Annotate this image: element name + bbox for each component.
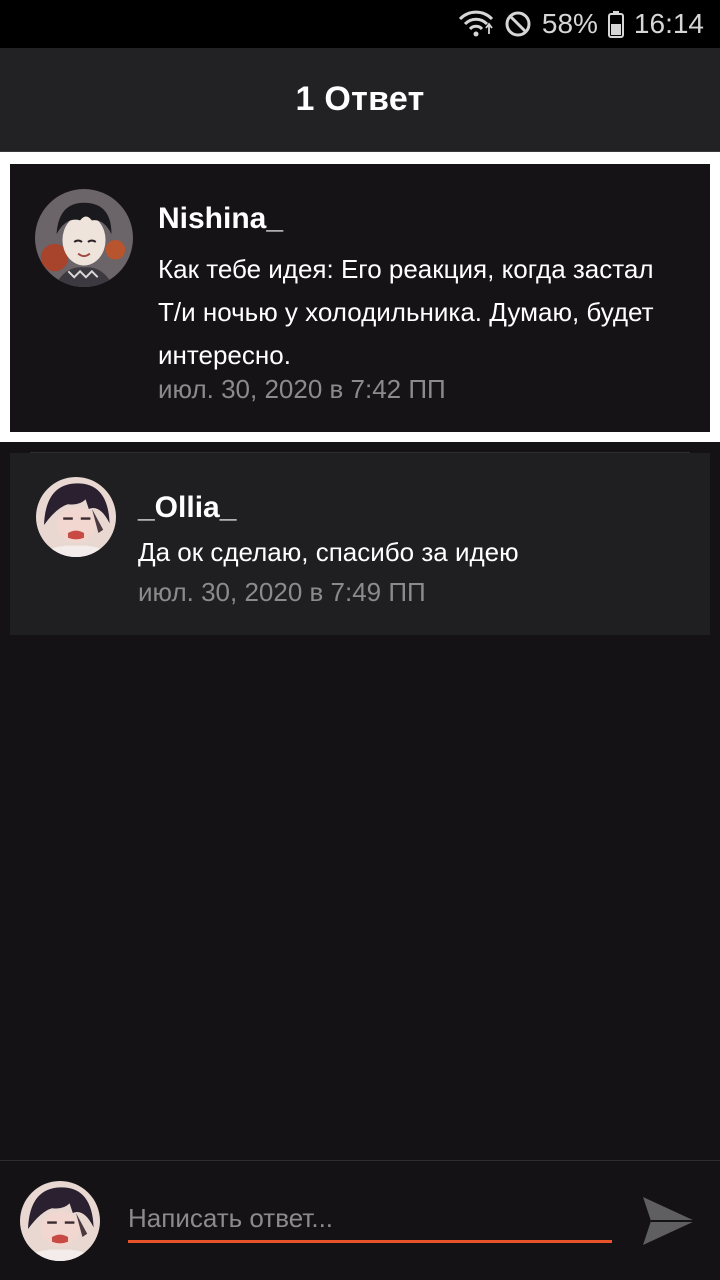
reply-author[interactable]: _Ollia_ [138, 491, 236, 525]
app-bar: 1 Ответ [0, 48, 720, 152]
reply-timestamp: июл. 30, 2020 в 7:49 ПП [138, 577, 426, 607]
clock: 16:14 [633, 8, 704, 39]
status-bar: 58% 16:14 [0, 0, 720, 48]
page-title: 1 Ответ [295, 80, 425, 118]
comment-author[interactable]: Nishina_ [158, 202, 283, 236]
send-button[interactable] [636, 1191, 702, 1251]
wifi-icon [458, 10, 494, 38]
reply-input[interactable] [128, 1197, 612, 1243]
avatar [20, 1181, 100, 1261]
send-icon [643, 1197, 695, 1245]
do-not-disturb-icon [504, 10, 532, 38]
avatar[interactable] [35, 189, 133, 287]
comment-timestamp: июл. 30, 2020 в 7:42 ПП [158, 374, 446, 404]
avatar[interactable] [36, 477, 116, 557]
reply-text: Да ок сделаю, спасибо за идею [138, 537, 519, 567]
parent-comment-wrapper: Nishina_ Как тебе идея: Его реакция, ког… [0, 152, 720, 442]
battery-percent: 58% [541, 8, 598, 39]
parent-comment[interactable]: Nishina_ Как тебе идея: Его реакция, ког… [10, 164, 710, 432]
comment-text: Как тебе идея: Его реакция, когда застал… [158, 254, 654, 370]
reply-composer [0, 1160, 720, 1280]
battery-icon [607, 10, 624, 38]
reply-item[interactable]: _Ollia_ Да ок сделаю, спасибо за идею ию… [10, 453, 710, 635]
